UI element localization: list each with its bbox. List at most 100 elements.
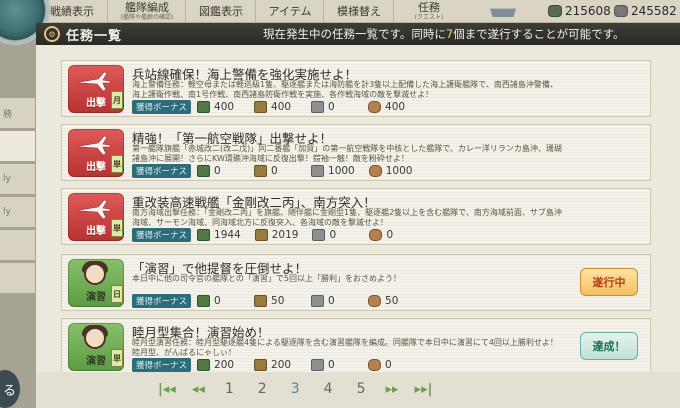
reward-row: 獲得ボーナス 200 200 0 0 [132, 358, 425, 372]
bauxite-reward: 1000 [385, 165, 413, 177]
avatar [84, 263, 106, 285]
bauxite-reward: 50 [385, 295, 399, 307]
nav-quests[interactable]: 任務 (クエスト) [393, 0, 464, 22]
fuel-reward: 200 [214, 359, 235, 371]
plane-icon [79, 199, 111, 220]
side-tab-6[interactable] [0, 262, 36, 294]
fuel-resource: 215608 [548, 4, 611, 18]
steel-icon [311, 359, 325, 371]
frequency-badge: 月 [111, 91, 123, 109]
bauxite-icon [369, 229, 383, 241]
frequency-badge: 単 [111, 155, 123, 173]
page-4[interactable]: 4 [324, 381, 333, 397]
steel-icon [311, 101, 325, 113]
fuel-icon [197, 359, 211, 371]
reward-row: 獲得ボーナス 0 0 1000 1000 [132, 164, 426, 178]
nav-fleet-organize[interactable]: 艦隊編成 (艦隊や艦娘の確認) [107, 0, 186, 22]
page-2[interactable]: 2 [258, 381, 267, 397]
gear-icon: ⚙ [44, 26, 60, 42]
steel-icon [312, 229, 326, 241]
side-tab-3[interactable]: ly [0, 163, 36, 195]
page-title: 任務一覧 [66, 28, 123, 44]
quest-card[interactable]: 演習日「演習」で他提督を圧倒せよ！ 本日中に他の司令官の艦隊との「演習」で5回以上… [61, 254, 652, 312]
quest-description: 本日中に他の司令官の艦隊との「演習」で5回以上「勝利」をおさめよう！ [132, 274, 402, 283]
fuel-icon [548, 5, 562, 17]
ammo-reward: 50 [271, 295, 285, 307]
steel-reward: 0 [328, 101, 335, 113]
fuel-icon [197, 101, 211, 113]
bauxite-icon [368, 101, 382, 113]
frequency-badge: 単 [111, 219, 123, 237]
bonus-label: 獲得ボーナス [132, 228, 192, 242]
ammo-reward: 400 [271, 101, 292, 113]
reward-row: 獲得ボーナス 1944 2019 0 0 [132, 228, 426, 242]
ammo-icon [254, 229, 268, 241]
next-page-icon[interactable]: ▸▸ [385, 382, 398, 397]
plane-icon [79, 135, 111, 156]
ammo-reward: 0 [271, 165, 278, 177]
bonus-label: 獲得ボーナス [132, 358, 192, 372]
prev-page-icon[interactable]: ◂◂ [192, 382, 205, 397]
quest-status-badge[interactable]: 達成！ [580, 332, 638, 360]
side-tab-4[interactable]: ly [0, 196, 36, 228]
pager: |◂◂ ◂◂ 1 2 3 4 5 ▸▸ ▸▸| [150, 381, 440, 397]
category-label: 出撃 [86, 162, 106, 173]
avatar [84, 327, 106, 349]
steel-resource: 245582 [614, 4, 677, 18]
fuel-reward: 400 [214, 101, 235, 113]
side-tab-5[interactable] [0, 229, 36, 261]
page-3[interactable]: 3 [291, 381, 300, 397]
nav-encyclopedia[interactable]: 図鑑表示 [185, 0, 256, 22]
page-1[interactable]: 1 [225, 381, 234, 397]
fuel-icon [197, 295, 211, 307]
plane-icon [79, 71, 111, 92]
bauxite-icon [368, 295, 382, 307]
steel-icon [311, 165, 325, 177]
category-label: 演習 [86, 292, 106, 303]
nav-items[interactable]: アイテム [255, 0, 324, 22]
side-tab-1[interactable]: 務 [0, 97, 36, 129]
quest-description: 海上警備任務：軽空母または軽巡級1隻、駆逐艦または海防艦を計3隻以上配備した海上… [132, 80, 558, 99]
fuel-reward: 0 [214, 165, 221, 177]
last-page-icon[interactable]: ▸▸| [415, 382, 433, 397]
quest-card[interactable]: 出撃月兵站線確保！海上警備を強化実施せよ！ 海上警備任務：軽空母または軽巡級1隻、… [61, 60, 652, 118]
bonus-label: 獲得ボーナス [132, 100, 192, 114]
ammo-reward: 200 [271, 359, 292, 371]
bauxite-reward: 0 [385, 359, 392, 371]
steel-reward: 0 [328, 295, 335, 307]
quest-header: ⚙ 任務一覧 現在発生中の任務一覧です。同時に7個まで遂行することが可能です。 [36, 23, 680, 45]
fuel-reward: 0 [214, 295, 221, 307]
page-5[interactable]: 5 [357, 381, 366, 397]
quest-description: 第一艦隊旗艦「赤城改二(改二戊)」同二番艦「加賀」の第一航空戦隊を中核とした艦隊… [132, 144, 562, 163]
quest-limit-description: 現在発生中の任務一覧です。同時に7個まで遂行することが可能です。 [263, 27, 625, 41]
left-sidebar: 務 ly ly [0, 22, 36, 408]
bonus-label: 獲得ボーナス [132, 164, 192, 178]
ammo-reward: 2019 [271, 229, 299, 241]
category-label: 演習 [86, 356, 106, 367]
ammo-icon [254, 101, 268, 113]
nav-furniture[interactable]: 模様替え [323, 0, 394, 22]
side-tab-2[interactable] [0, 130, 36, 162]
fuel-icon [197, 229, 211, 241]
steel-icon [614, 5, 628, 17]
frequency-badge: 日 [111, 285, 123, 303]
top-bar: 戦績表示 艦隊編成 (艦隊や艦娘の確認) 図鑑表示 アイテム 模様替え 任務 (クエ… [0, 0, 680, 23]
quest-card[interactable]: 出撃単精強！「第一航空戦隊」出撃せよ！ 第一艦隊旗艦「赤城改二(改二戊)」同二番艦… [61, 124, 652, 182]
steel-icon [311, 295, 325, 307]
bauxite-reward: 400 [385, 101, 406, 113]
quest-card[interactable]: 出撃単重改装高速戦艦「金剛改二丙」、南方突入！ 南方海域出撃任務：「金剛改二丙」を… [61, 188, 652, 246]
fuel-reward: 1944 [214, 229, 241, 241]
steel-reward: 0 [328, 359, 335, 371]
first-page-icon[interactable]: |◂◂ [158, 382, 176, 397]
bonus-label: 獲得ボーナス [132, 294, 192, 308]
ammo-icon [254, 295, 268, 307]
reward-row: 獲得ボーナス 0 50 0 50 [132, 294, 425, 308]
ship-icon [490, 8, 516, 17]
bauxite-icon [368, 165, 382, 177]
quest-card[interactable]: 演習単睦月型集合！演習始め！ 睦月型演習任務：睦月型駆逐艦4隻による駆逐隊を含む演… [61, 318, 652, 376]
quest-description: 南方海域出撃任務：「金剛改二丙」を旗艦、随伴艦に金剛型1隻、駆逐艦2隻以上を含む… [132, 208, 562, 227]
steel-reward: 0 [329, 229, 337, 241]
frequency-badge: 単 [111, 349, 123, 367]
bauxite-reward: 0 [386, 229, 394, 241]
quest-status-badge[interactable]: 遂行中 [580, 268, 638, 296]
